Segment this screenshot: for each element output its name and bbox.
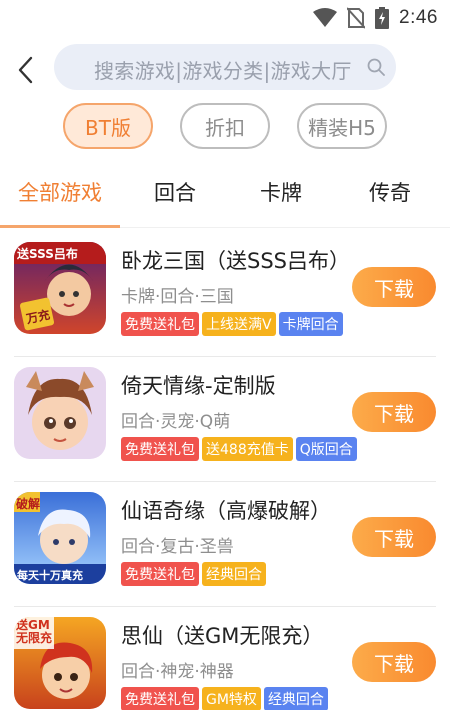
game-title: 卧龙三国（送SSS吕布）	[121, 249, 350, 273]
filter-chip-bt[interactable]: BT版	[63, 103, 153, 149]
download-button[interactable]: 下载	[352, 642, 436, 682]
download-button[interactable]: 下载	[352, 392, 436, 432]
download-button[interactable]: 下载	[352, 517, 436, 557]
game-icon-sixian[interactable]: 送GM无限充	[14, 617, 106, 709]
game-tag: Q版回合	[295, 437, 357, 461]
wifi-icon	[313, 8, 338, 27]
back-arrow-icon	[18, 56, 33, 84]
game-tag: 送488充值卡	[202, 437, 293, 461]
tab-legend[interactable]: 传奇	[352, 177, 428, 211]
search-placeholder: 搜索游戏|游戏分类|游戏大厅	[94, 59, 352, 83]
battery-charging-icon	[375, 7, 390, 29]
game-title: 倚天情缘-定制版	[121, 374, 276, 398]
game-list-item[interactable]: 送SSS吕布 万充 卧龙三国（送SSS吕布） 卡牌·回合·三国 免费送礼包 上线…	[0, 232, 450, 357]
status-icons: 2:46	[313, 6, 438, 30]
game-icon-xianyu[interactable]: 破解 每天十万真充	[14, 492, 106, 584]
game-tag: 卡牌回合	[278, 312, 343, 336]
game-genre: 卡牌·回合·三国	[121, 287, 234, 307]
game-tag: 免费送礼包	[121, 687, 199, 710]
game-tag: 免费送礼包	[121, 437, 199, 461]
game-tag: 免费送礼包	[121, 562, 199, 586]
game-tag: 经典回合	[202, 562, 266, 586]
back-button[interactable]	[10, 52, 40, 88]
game-icon-text: 送SSS吕布	[17, 247, 78, 261]
game-tags: 免费送礼包 经典回合	[121, 562, 266, 586]
game-icon-text: 每天十万真充	[17, 569, 83, 582]
tab-turn-based[interactable]: 回合	[140, 177, 210, 211]
game-genre: 回合·灵宠·Q萌	[121, 412, 231, 432]
game-tag: 免费送礼包	[121, 312, 199, 336]
tab-card[interactable]: 卡牌	[246, 177, 316, 211]
game-list-item[interactable]: 倚天情缘-定制版 回合·灵宠·Q萌 免费送礼包 送488充值卡 Q版回合 下载	[0, 357, 450, 482]
game-icon-wolong[interactable]: 送SSS吕布 万充	[14, 242, 106, 334]
game-title: 仙语奇缘（高爆破解）	[121, 499, 331, 523]
search-icon[interactable]	[366, 57, 386, 77]
game-tags: 免费送礼包 送488充值卡 Q版回合	[121, 437, 357, 461]
game-icon-badge: 送GM无限充	[16, 618, 53, 645]
game-list-item[interactable]: 送GM无限充 思仙（送GM无限充） 回合·神宠·神器 免费送礼包 GM特权 经典…	[0, 607, 450, 710]
tab-active-indicator	[0, 225, 120, 228]
game-title: 思仙（送GM无限充）	[121, 624, 324, 648]
status-time: 2:46	[399, 7, 438, 28]
download-button[interactable]: 下载	[352, 267, 436, 307]
game-tags: 免费送礼包 GM特权 经典回合	[121, 687, 328, 710]
game-genre: 回合·神宠·神器	[121, 662, 234, 682]
game-tag: 经典回合	[263, 687, 328, 710]
no-sim-icon	[347, 7, 366, 29]
game-tag: 上线送满V	[202, 312, 276, 336]
game-tag: GM特权	[202, 687, 261, 710]
filter-chip-discount[interactable]: 折扣	[180, 103, 270, 149]
filter-chip-h5[interactable]: 精装H5	[297, 103, 387, 149]
search-input[interactable]: 搜索游戏|游戏分类|游戏大厅	[54, 44, 396, 90]
tab-all-games[interactable]: 全部游戏	[8, 177, 112, 211]
game-genre: 回合·复古·圣兽	[121, 537, 234, 557]
game-list-item[interactable]: 破解 每天十万真充 仙语奇缘（高爆破解） 回合·复古·圣兽 免费送礼包 经典回合…	[0, 482, 450, 607]
game-icon-yitian[interactable]	[14, 367, 106, 459]
game-icon-badge: 破解	[16, 497, 41, 511]
game-tags: 免费送礼包 上线送满V 卡牌回合	[121, 312, 343, 336]
game-list: 送SSS吕布 万充 卧龙三国（送SSS吕布） 卡牌·回合·三国 免费送礼包 上线…	[0, 232, 450, 710]
status-bar: 2:46	[0, 0, 450, 36]
